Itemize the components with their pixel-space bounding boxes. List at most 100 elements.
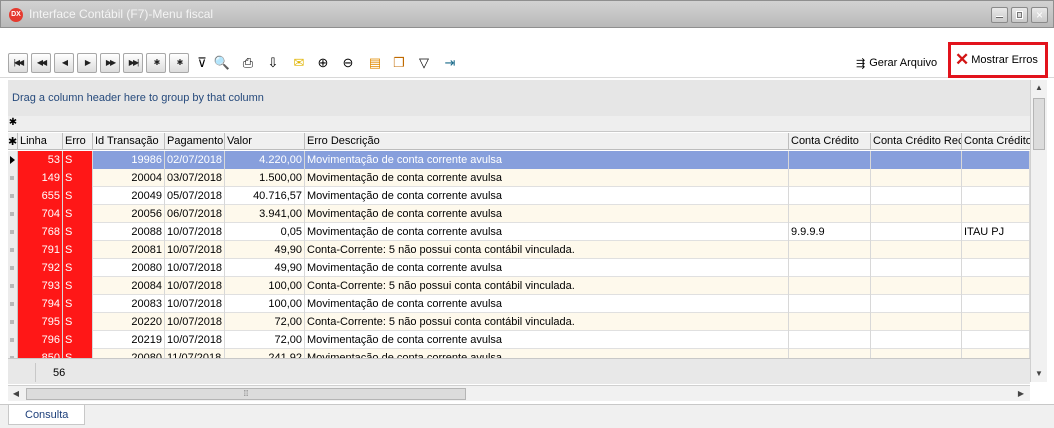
- table-row[interactable]: 794 S 20083 10/07/2018 100,00 Movimentação de…: [8, 295, 1030, 313]
- cell-conta-credito[interactable]: [789, 205, 871, 223]
- col-header-erro[interactable]: Erro: [63, 133, 93, 150]
- table-row[interactable]: 795 S 20220 10/07/2018 72,00 Conta-Corrente: …: [8, 313, 1030, 331]
- cell-erro-descricao[interactable]: Movimentação de conta corrente avulsa: [305, 151, 789, 169]
- table-row[interactable]: 655 S 20049 05/07/2018 40.716,57 Movimentação…: [8, 187, 1030, 205]
- cell-conta-credito-2[interactable]: [962, 259, 1030, 277]
- cell-conta-credito[interactable]: [789, 169, 871, 187]
- scroll-left-icon[interactable]: ◀: [8, 386, 24, 402]
- cell-linha[interactable]: 53: [18, 151, 63, 169]
- cell-id-transacao[interactable]: 19986: [93, 151, 165, 169]
- cell-valor[interactable]: 49,90: [225, 259, 305, 277]
- cell-pagamento[interactable]: 10/07/2018: [165, 223, 225, 241]
- cell-linha[interactable]: 149: [18, 169, 63, 187]
- row-indicator[interactable]: [8, 241, 18, 259]
- window-icon[interactable]: ❐: [389, 54, 409, 72]
- cell-conta-credito-rec[interactable]: [871, 169, 962, 187]
- cell-conta-credito-2[interactable]: [962, 151, 1030, 169]
- cell-conta-credito[interactable]: [789, 187, 871, 205]
- row-indicator[interactable]: [8, 223, 18, 241]
- cell-pagamento[interactable]: 10/07/2018: [165, 313, 225, 331]
- cell-id-transacao[interactable]: 20081: [93, 241, 165, 259]
- table-row[interactable]: 791 S 20081 10/07/2018 49,90 Conta-Corrente: …: [8, 241, 1030, 259]
- zoom-in-icon[interactable]: ⊕: [313, 54, 333, 72]
- col-header-conta-credito-rec[interactable]: Conta Crédito Rec: [871, 133, 962, 150]
- gerar-arquivo-button[interactable]: ⇶ Gerar Arquivo: [856, 54, 937, 72]
- table-row[interactable]: 796 S 20219 10/07/2018 72,00 Movimentação de …: [8, 331, 1030, 349]
- filter-toggle-icon[interactable]: ⊽: [192, 54, 212, 72]
- cell-conta-credito-rec[interactable]: [871, 313, 962, 331]
- cell-erro[interactable]: S: [63, 241, 93, 259]
- nav-last-button[interactable]: ▶▶|: [123, 53, 143, 73]
- cell-conta-credito[interactable]: 9.9.9.9: [789, 223, 871, 241]
- cell-erro[interactable]: S: [63, 169, 93, 187]
- cell-erro[interactable]: S: [63, 151, 93, 169]
- table-row[interactable]: 850 S 20080 11/07/2018 241,92 Movimentação de…: [8, 349, 1030, 358]
- minimize-button[interactable]: [991, 7, 1008, 23]
- cell-conta-credito-rec[interactable]: [871, 259, 962, 277]
- nav-first-button[interactable]: |◀◀: [8, 53, 28, 73]
- cell-pagamento[interactable]: 06/07/2018: [165, 205, 225, 223]
- cell-erro-descricao[interactable]: Movimentação de conta corrente avulsa: [305, 205, 789, 223]
- cell-erro[interactable]: S: [63, 313, 93, 331]
- cell-linha[interactable]: 655: [18, 187, 63, 205]
- cell-conta-credito[interactable]: [789, 349, 871, 358]
- nav-next-page-button[interactable]: ▶▶: [100, 53, 120, 73]
- cell-conta-credito[interactable]: [789, 331, 871, 349]
- cell-linha[interactable]: 768: [18, 223, 63, 241]
- cell-conta-credito[interactable]: [789, 295, 871, 313]
- cell-valor[interactable]: 241,92: [225, 349, 305, 358]
- cell-valor[interactable]: 1.500,00: [225, 169, 305, 187]
- cell-erro[interactable]: S: [63, 331, 93, 349]
- col-header-conta-credito[interactable]: Conta Crédito: [789, 133, 871, 150]
- cell-erro[interactable]: S: [63, 295, 93, 313]
- cell-linha[interactable]: 796: [18, 331, 63, 349]
- row-indicator[interactable]: [8, 259, 18, 277]
- cell-conta-credito[interactable]: [789, 151, 871, 169]
- cell-conta-credito-2[interactable]: [962, 187, 1030, 205]
- cell-linha[interactable]: 794: [18, 295, 63, 313]
- table-row[interactable]: 793 S 20084 10/07/2018 100,00 Conta-Corrente:…: [8, 277, 1030, 295]
- nav-next-button[interactable]: ▶: [77, 53, 97, 73]
- table-row[interactable]: 704 S 20056 06/07/2018 3.941,00 Movimentação …: [8, 205, 1030, 223]
- cell-valor[interactable]: 4.220,00: [225, 151, 305, 169]
- cell-erro-descricao[interactable]: Movimentação de conta corrente avulsa: [305, 187, 789, 205]
- cell-erro-descricao[interactable]: Movimentação de conta corrente avulsa: [305, 331, 789, 349]
- cell-pagamento[interactable]: 11/07/2018: [165, 349, 225, 358]
- cell-conta-credito[interactable]: [789, 259, 871, 277]
- cell-valor[interactable]: 3.941,00: [225, 205, 305, 223]
- tab-consulta[interactable]: Consulta: [8, 405, 86, 425]
- scroll-up-icon[interactable]: ▲: [1031, 80, 1047, 96]
- cell-id-transacao[interactable]: 20084: [93, 277, 165, 295]
- cell-valor[interactable]: 72,00: [225, 313, 305, 331]
- funnel-icon[interactable]: ▽: [414, 54, 434, 72]
- cell-erro[interactable]: S: [63, 349, 93, 358]
- cell-conta-credito-rec[interactable]: [871, 295, 962, 313]
- cell-id-transacao[interactable]: 20049: [93, 187, 165, 205]
- cell-conta-credito-rec[interactable]: [871, 331, 962, 349]
- nav-prev-button[interactable]: ◀: [54, 53, 74, 73]
- cell-id-transacao[interactable]: 20080: [93, 259, 165, 277]
- cell-erro[interactable]: S: [63, 223, 93, 241]
- col-header-valor[interactable]: Valor: [225, 133, 305, 150]
- cell-conta-credito[interactable]: [789, 313, 871, 331]
- cell-id-transacao[interactable]: 20080: [93, 349, 165, 358]
- cell-erro[interactable]: S: [63, 205, 93, 223]
- cell-linha[interactable]: 793: [18, 277, 63, 295]
- cell-pagamento[interactable]: 02/07/2018: [165, 151, 225, 169]
- cell-linha[interactable]: 795: [18, 313, 63, 331]
- cell-pagamento[interactable]: 03/07/2018: [165, 169, 225, 187]
- row-indicator[interactable]: [8, 205, 18, 223]
- row-indicator[interactable]: [8, 169, 18, 187]
- cell-conta-credito-rec[interactable]: [871, 223, 962, 241]
- cell-pagamento[interactable]: 10/07/2018: [165, 241, 225, 259]
- table-row[interactable]: 792 S 20080 10/07/2018 49,90 Movimentação de …: [8, 259, 1030, 277]
- cell-conta-credito[interactable]: [789, 277, 871, 295]
- zoom-out-icon[interactable]: ⊖: [338, 54, 358, 72]
- row-indicator[interactable]: [8, 187, 18, 205]
- cell-erro-descricao[interactable]: Movimentação de conta corrente avulsa: [305, 295, 789, 313]
- cell-conta-credito-rec[interactable]: [871, 349, 962, 358]
- cell-conta-credito-2[interactable]: [962, 241, 1030, 259]
- print-icon[interactable]: ⎙: [238, 54, 258, 72]
- cell-erro-descricao[interactable]: Conta-Corrente: 5 não possui conta contá…: [305, 241, 789, 259]
- cell-erro-descricao[interactable]: Movimentação de conta corrente avulsa: [305, 223, 789, 241]
